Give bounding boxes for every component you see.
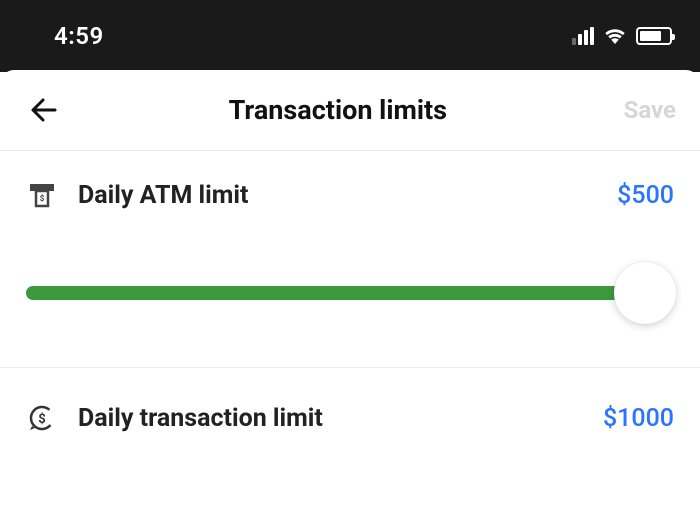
slider-track [26, 286, 674, 300]
transaction-limit-value: $1000 [603, 404, 674, 433]
wifi-icon [602, 26, 628, 46]
cellular-signal-icon [572, 27, 594, 45]
app-header: Transaction limits Save [0, 70, 700, 151]
page-title: Transaction limits [52, 94, 624, 126]
atm-icon: $ [26, 179, 58, 211]
atm-limit-value: $500 [617, 181, 674, 210]
save-button[interactable]: Save [624, 96, 676, 124]
status-bar: 4:59 [0, 0, 700, 72]
transaction-limit-section: $ Daily transaction limit $1000 [0, 368, 700, 462]
svg-text:$: $ [38, 412, 45, 427]
slider-thumb[interactable] [614, 262, 676, 324]
status-icons [572, 26, 672, 46]
transaction-limit-row: $ Daily transaction limit $1000 [26, 402, 674, 434]
status-time: 4:59 [54, 22, 104, 50]
transaction-icon: $ [26, 402, 58, 434]
atm-limit-row: $ Daily ATM limit $500 [26, 179, 674, 211]
atm-limit-section: $ Daily ATM limit $500 [0, 151, 700, 368]
battery-icon [636, 27, 672, 45]
transaction-limit-label: Daily transaction limit [78, 404, 583, 433]
svg-text:$: $ [40, 194, 45, 203]
app-container: Transaction limits Save $ Daily ATM limi… [0, 70, 700, 462]
atm-limit-label: Daily ATM limit [78, 181, 597, 210]
atm-limit-slider[interactable] [26, 265, 674, 321]
